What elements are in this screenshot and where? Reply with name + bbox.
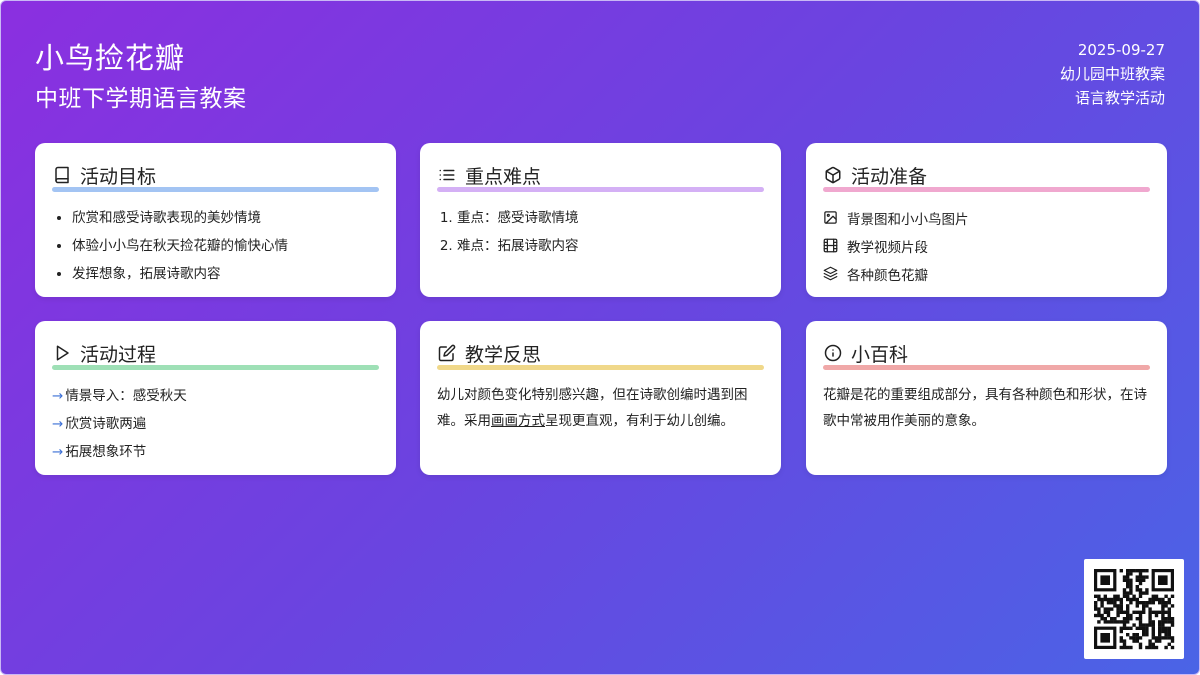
meta-line-2: 语言教学活动	[1074, 89, 1165, 107]
list-item: → 情景导入：感受秋天	[52, 388, 187, 404]
info-icon	[823, 343, 843, 363]
layers-icon	[823, 266, 839, 282]
list-item: → 欣赏诗歌两遍	[52, 416, 147, 432]
arrow-right-icon: →	[52, 444, 64, 460]
list-item: 教学视频片段	[823, 232, 1150, 260]
play-icon	[52, 343, 72, 363]
qr-code-icon[interactable]	[1084, 559, 1184, 659]
list-item: 背景图和小小鸟图片	[823, 204, 1150, 232]
reflection-text: 幼儿对颜色变化特别感兴趣，但在诗歌创编时遇到困难。采用画画方式呈现更直观，有利于…	[437, 387, 748, 429]
meta-line-1: 幼儿园中班教案	[1059, 65, 1165, 83]
list-item: 发挥想象，拓展诗歌内容	[72, 260, 379, 288]
edit-icon	[437, 343, 457, 363]
card-process: 活动过程 → 情景导入：感受秋天 → 欣赏诗歌两遍 → 拓展想象环节	[35, 321, 396, 475]
list-item: 重点：感受诗歌情境	[457, 204, 764, 232]
list-item: → 拓展想象环节	[52, 444, 147, 460]
card-goals: 活动目标 欣赏和感受诗歌表现的美妙情境 体验小小鸟在秋天捡花瓣的愉快心情 发挥想…	[35, 143, 396, 297]
arrow-right-icon: →	[52, 388, 64, 404]
card-title: 活动过程	[80, 343, 157, 366]
card-reflection: 教学反思 幼儿对颜色变化特别感兴趣，但在诗歌创编时遇到困难。采用画画方式呈现更直…	[420, 321, 781, 475]
film-icon	[823, 238, 839, 254]
list-item-label: 各种颜色花瓣	[847, 268, 928, 284]
list-item: 欣赏和感受诗歌表现的美妙情境	[72, 204, 379, 232]
cube-icon	[823, 165, 843, 185]
arrow-right-icon: →	[52, 416, 64, 432]
lesson-plan-page: 小鸟捡花瓣 中班下学期语言教案 2025-09-27 幼儿园中班教案 语言教学活…	[0, 0, 1200, 675]
encyclopedia-text: 花瓣是花的重要组成部分，具有各种颜色和形状，在诗歌中常被用作美丽的意象。	[823, 387, 1147, 429]
card-title: 教学反思	[465, 343, 542, 366]
list-icon	[437, 165, 457, 185]
card-preparation: 活动准备 背景图和小小鸟图片 教学视频片段 各种颜色花瓣	[806, 143, 1167, 297]
header-meta: 2025-09-27 幼儿园中班教案 语言教学活动	[1060, 38, 1165, 110]
list-item: 各种颜色花瓣	[823, 260, 1150, 288]
card-title: 重点难点	[465, 165, 542, 188]
underlined-phrase: 画画方式	[491, 413, 545, 429]
page-title: 小鸟捡花瓣	[35, 41, 186, 75]
page-subtitle: 中班下学期语言教案	[35, 86, 247, 112]
image-icon	[823, 210, 839, 226]
card-title: 小百科	[851, 343, 909, 366]
list-item-label: 背景图和小小鸟图片	[847, 212, 969, 228]
book-icon	[52, 165, 72, 185]
list-item: 体验小小鸟在秋天捡花瓣的愉快心情	[72, 232, 379, 260]
card-title: 活动目标	[80, 165, 157, 188]
list-item: 难点：拓展诗歌内容	[457, 232, 764, 260]
card-key-points: 重点难点 重点：感受诗歌情境 难点：拓展诗歌内容	[420, 143, 781, 297]
card-title: 活动准备	[851, 165, 928, 188]
list-item-label: 教学视频片段	[847, 240, 928, 256]
card-encyclopedia: 小百科 花瓣是花的重要组成部分，具有各种颜色和形状，在诗歌中常被用作美丽的意象。	[806, 321, 1167, 475]
date-text: 2025-09-27	[1077, 41, 1165, 59]
